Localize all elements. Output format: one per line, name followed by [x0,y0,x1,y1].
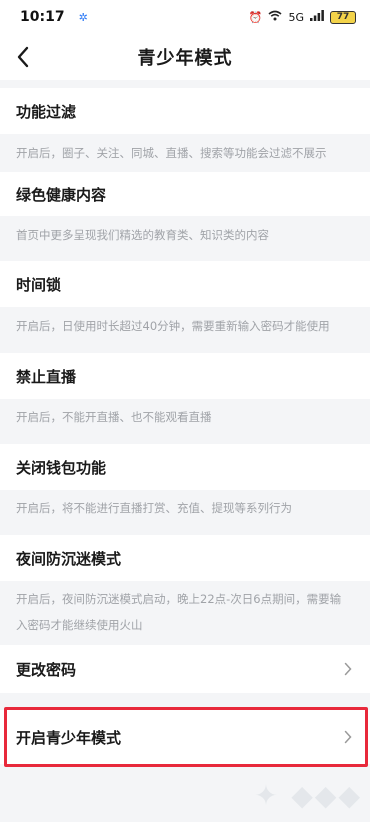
notification-icon: ✲ [78,10,88,24]
section-desc-healthy-content: 首页中更多呈现我们精选的教育类、知识类的内容 [0,222,370,248]
watermark-logo: ✦ ◆◆◆ [254,779,362,812]
section-desc-content-filter: 开启后，圈子、关注、同城、直播、搜索等功能会过滤不展示 [0,140,370,166]
section-title-label: 禁止直播 [16,367,77,386]
back-arrow-icon[interactable] [12,42,36,72]
network-label: 5G [288,10,304,24]
alarm-icon: ⏰ [248,10,263,24]
change-password-row[interactable]: 更改密码 [0,645,370,693]
section-title-label: 夜间防沉迷模式 [16,549,122,568]
page-title: 青少年模式 [137,48,233,69]
section-title-night-mode: 夜间防沉迷模式 [0,535,370,581]
battery-icon: 77 [330,10,356,24]
enable-teen-mode-row[interactable]: 开启青少年模式 [0,710,370,764]
section-title-label: 时间锁 [16,275,62,294]
signal-icon [310,10,324,24]
status-icons: ⏰ 5G 77 [249,10,356,24]
section-title-close-wallet: 关闭钱包功能 [0,444,370,490]
desc-line: 入密码才能继续使用火山 [16,618,143,632]
nav-bar: 青少年模式 [0,34,370,80]
wifi-icon [268,10,282,24]
change-password-label: 更改密码 [16,660,77,679]
section-title-content-filter: 功能过滤 [0,88,370,134]
section-desc-no-live: 开启后，不能开直播、也不能观看直播 [0,404,370,430]
section-desc-close-wallet: 开启后，将不能进行直播打赏、充值、提现等系列行为 [0,495,370,521]
section-title-time-lock: 时间锁 [0,261,370,307]
section-title-label: 绿色健康内容 [16,185,107,204]
chevron-right-icon [344,730,352,744]
section-desc-night-mode: 开启后，夜间防沉迷模式启动，晚上22点-次日6点期间，需要输 入密码才能继续使用… [0,586,370,638]
section-title-no-live: 禁止直播 [0,353,370,399]
enable-teen-mode-label: 开启青少年模式 [16,728,122,747]
status-time: 10:17 [20,9,65,25]
section-title-healthy-content: 绿色健康内容 [0,172,370,216]
section-title-label: 功能过滤 [16,102,77,121]
section-title-label: 关闭钱包功能 [16,458,107,477]
chevron-right-icon [344,662,352,676]
desc-line: 开启后，夜间防沉迷模式启动，晚上22点-次日6点期间，需要输 [16,592,342,606]
status-bar: 10:17 ✲ ⏰ 5G 77 [0,0,370,34]
section-desc-time-lock: 开启后，日使用时长超过40分钟，需要重新输入密码才能使用 [0,313,370,339]
